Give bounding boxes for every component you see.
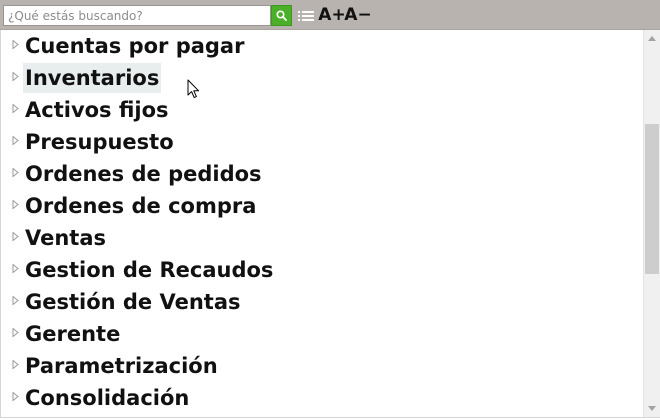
menu-tree: Cuentas por pagar Inventarios Activos fi… [1,30,643,414]
tree-item-ordenes-de-pedidos[interactable]: Ordenes de pedidos [1,158,643,190]
tree-item-label: Ordenes de compra [25,194,257,218]
tree-item-consolidacion[interactable]: Consolidación [1,382,643,414]
expand-arrow-icon[interactable] [12,392,19,401]
expand-arrow-icon[interactable] [12,40,19,49]
list-view-button[interactable] [296,5,316,26]
expand-arrow-icon[interactable] [12,136,19,145]
tree-item-cuentas-por-pagar[interactable]: Cuentas por pagar [1,30,643,62]
scroll-up-arrow-icon [648,36,656,41]
toolbar: A+ A− [0,0,660,30]
search-input[interactable] [4,6,270,25]
tree-item-inventarios[interactable]: Inventarios [1,62,643,94]
tree-item-label: Inventarios [23,63,162,93]
expand-arrow-icon[interactable] [12,104,19,113]
font-decrease-button[interactable]: A− [344,5,371,26]
tree-item-label: Activos fijos [25,98,169,122]
tree-item-label: Cuentas por pagar [25,34,245,58]
tree-item-ventas[interactable]: Ventas [1,222,643,254]
tree-item-label: Presupuesto [25,130,174,154]
vertical-scrollbar[interactable] [643,30,660,417]
list-icon [298,10,314,21]
tree-item-gerente[interactable]: Gerente [1,318,643,350]
menu-tree-panel: Cuentas por pagar Inventarios Activos fi… [0,30,660,418]
search-button[interactable] [271,5,292,26]
tree-item-label: Gestion de Recaudos [25,258,274,282]
app-window: A+ A− Cuentas por pagar Inventarios Acti… [0,0,660,420]
tree-item-label: Gestión de Ventas [25,290,241,314]
tree-item-presupuesto[interactable]: Presupuesto [1,126,643,158]
font-increase-button[interactable]: A+ [318,5,345,26]
tree-item-parametrizacion[interactable]: Parametrización [1,350,643,382]
search-box[interactable] [3,5,271,26]
expand-arrow-icon[interactable] [12,232,19,241]
tree-item-label: Ordenes de pedidos [25,162,262,186]
scroll-up-button[interactable] [644,30,660,47]
expand-arrow-icon[interactable] [12,168,19,177]
scroll-down-arrow-icon [648,406,656,411]
scroll-down-button[interactable] [644,400,660,417]
tree-item-gestion-de-ventas[interactable]: Gestión de Ventas [1,286,643,318]
tree-item-label: Ventas [25,226,107,250]
tree-item-activos-fijos[interactable]: Activos fijos [1,94,643,126]
tree-item-ordenes-de-compra[interactable]: Ordenes de compra [1,190,643,222]
expand-arrow-icon[interactable] [12,72,19,81]
scrollbar-thumb[interactable] [645,124,659,274]
expand-arrow-icon[interactable] [12,328,19,337]
search-icon [276,10,287,21]
expand-arrow-icon[interactable] [12,360,19,369]
expand-arrow-icon[interactable] [12,296,19,305]
tree-item-gestion-de-recaudos[interactable]: Gestion de Recaudos [1,254,643,286]
expand-arrow-icon[interactable] [12,264,19,273]
tree-item-label: Parametrización [25,354,218,378]
expand-arrow-icon[interactable] [12,200,19,209]
tree-item-label: Consolidación [25,386,190,410]
tree-item-label: Gerente [25,322,121,346]
